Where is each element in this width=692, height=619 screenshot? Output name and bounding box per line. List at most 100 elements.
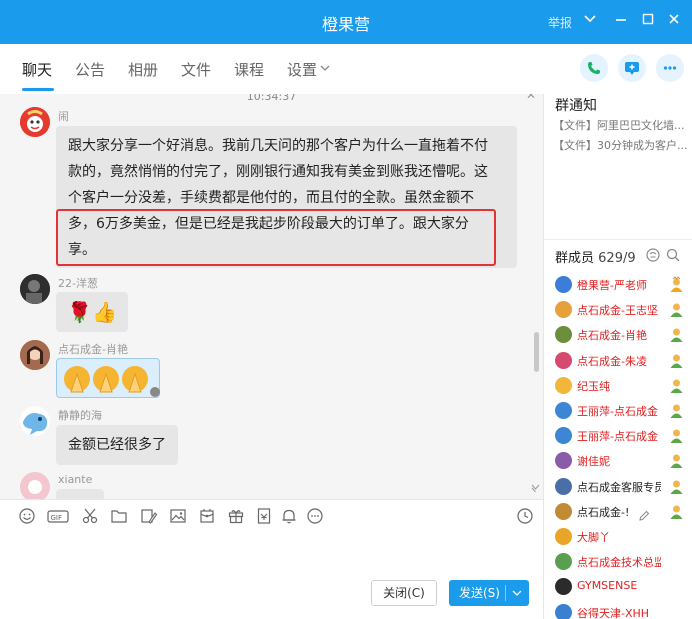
member-name: 点石成金-王志坚 (577, 304, 658, 318)
chevron-down-icon[interactable] (319, 62, 331, 77)
member-avatar[interactable] (555, 276, 572, 293)
red-packet-icon[interactable] (198, 507, 216, 525)
sender-name: 静静的海 (58, 409, 102, 422)
member-item[interactable]: 点石成金-朱凌 (555, 350, 689, 372)
scissors-icon[interactable] (81, 507, 99, 525)
avatar[interactable] (20, 472, 50, 499)
member-avatar[interactable] (555, 427, 572, 445)
member-item[interactable]: 点石成金客服专员 (555, 476, 689, 498)
member-avatar[interactable] (555, 351, 572, 369)
more-circle-icon[interactable] (306, 507, 324, 525)
member-avatar[interactable] (555, 603, 572, 619)
avatar[interactable] (20, 107, 50, 137)
avatar[interactable] (20, 274, 50, 304)
sender-name: 22-洋葱 (58, 277, 98, 290)
member-item[interactable]: 点石成金-肖艳 (555, 324, 689, 346)
member-item[interactable]: 点石成金技术总监-张 (555, 551, 689, 573)
avatar[interactable] (20, 406, 50, 436)
message-bubble[interactable] (56, 489, 104, 499)
title-bar: 橙果营 举报 (0, 0, 692, 44)
chat-scrollbar-thumb[interactable] (534, 332, 539, 372)
member-item[interactable]: 谷得天津-XHH (555, 602, 689, 619)
tab-settings[interactable]: 设置 (287, 59, 317, 80)
member-item[interactable]: 点石成金-王志坚 (555, 299, 689, 321)
tab-announcement[interactable]: 公告 (75, 59, 105, 80)
member-avatar[interactable] (555, 376, 572, 394)
emoji-icon[interactable] (18, 507, 36, 525)
tab-chat[interactable]: 聊天 (22, 59, 52, 80)
message-line: 个客户一分没差，手续费都是他付的，而且付的全款。虽然金额不 (68, 190, 474, 206)
scroll-down-icon[interactable] (531, 483, 540, 495)
document-icon[interactable] (255, 507, 273, 525)
member-name: 王丽萍-点石成金 (577, 405, 658, 418)
close-button[interactable]: 关闭(C) (371, 580, 437, 606)
tab-courses[interactable]: 课程 (234, 59, 264, 80)
member-avatar[interactable] (555, 528, 572, 545)
member-count: 629/9 (598, 251, 636, 266)
member-item[interactable]: 大脚丫 (555, 526, 689, 548)
chevron-down-icon[interactable] (581, 12, 599, 30)
member-list-scrollbar[interactable] (685, 252, 691, 614)
sticker-praying-hands[interactable] (56, 358, 160, 398)
member-item[interactable]: 王丽萍-点石成金 (555, 425, 689, 447)
member-item[interactable]: 橙果营-严老师 (555, 274, 689, 296)
gif-icon[interactable]: GIF (47, 507, 69, 525)
member-avatar[interactable] (555, 326, 572, 344)
notice-item[interactable]: 【文件】阿里巴巴文化墙... (553, 117, 687, 133)
message-line: 款的，竟然悄悄的付完了，刚刚银行通知我有美金到账我还懵呢。这 (68, 164, 488, 180)
history-icon[interactable] (516, 507, 534, 525)
member-item[interactable]: 点石成金-! (555, 501, 689, 523)
highlight-box (56, 209, 496, 266)
message-bubble[interactable]: 🌹👍 (56, 292, 128, 332)
member-badge-icon (668, 377, 685, 394)
member-item[interactable]: 王丽萍-点石成金 (555, 400, 689, 422)
member-badge-icon (668, 326, 685, 343)
tab-album[interactable]: 相册 (128, 59, 158, 80)
send-button-label: 发送(S) (459, 586, 500, 600)
member-avatar[interactable] (555, 578, 572, 596)
minimize-icon[interactable] (612, 12, 630, 30)
member-avatar[interactable] (555, 553, 572, 571)
tab-files[interactable]: 文件 (181, 59, 211, 80)
screen-share-icon[interactable] (618, 54, 646, 82)
report-link[interactable]: 举报 (548, 14, 572, 31)
member-list-title: 群成员 629/9 (555, 247, 636, 266)
sender-name: 闹 (58, 110, 69, 123)
message-bubble[interactable]: 金额已经很多了 (56, 425, 178, 465)
member-avatar[interactable] (555, 301, 572, 319)
folder-icon[interactable] (110, 507, 128, 525)
search-icon[interactable] (665, 247, 681, 263)
divider (544, 239, 692, 240)
member-item[interactable]: 纪玉纯 (555, 375, 689, 397)
member-name: 谷得天津-XHH (577, 606, 650, 619)
picture-icon[interactable] (169, 507, 187, 525)
member-name: 纪玉纯 (577, 379, 610, 393)
member-badge-icon (668, 503, 685, 520)
group-sidebar: 群通知 【文件】阿里巴巴文化墙... 【文件】30分钟成为客户... 群成员 6… (543, 94, 692, 619)
notice-item[interactable]: 【文件】30分钟成为客户... (553, 137, 687, 153)
member-item[interactable]: 谢佳妮 (555, 450, 689, 472)
member-item[interactable]: GYMSENSE (555, 576, 689, 598)
close-icon[interactable] (665, 12, 683, 30)
member-avatar[interactable] (555, 502, 572, 520)
maximize-icon[interactable] (639, 12, 657, 30)
gift-icon[interactable] (227, 507, 245, 525)
member-filter-icon[interactable] (645, 247, 661, 263)
member-name: 大脚丫 (577, 531, 610, 544)
member-avatar[interactable] (555, 477, 572, 495)
phone-icon[interactable] (580, 54, 608, 82)
member-avatar[interactable] (555, 452, 572, 470)
bell-icon[interactable] (280, 507, 298, 525)
edit-icon[interactable] (638, 510, 650, 525)
chevron-down-icon[interactable] (511, 580, 523, 615)
send-button[interactable]: 发送(S) (449, 580, 529, 606)
member-list-label: 群成员 (555, 251, 595, 266)
chat-scrollbar[interactable] (531, 94, 541, 499)
member-name: 点石成金技术总监-张 (577, 556, 661, 570)
tab-bar: 聊天 公告 相册 文件 课程 设置 (0, 44, 692, 94)
more-icon[interactable] (656, 54, 684, 82)
avatar[interactable] (20, 340, 50, 370)
chat-messages-panel[interactable]: 10:34:37 ✕ 闹 跟大家分享一个好消息。我前几天问的那个客户为什么一直拖… (0, 94, 543, 499)
member-avatar[interactable] (555, 402, 572, 419)
image-edit-icon[interactable] (140, 507, 158, 525)
